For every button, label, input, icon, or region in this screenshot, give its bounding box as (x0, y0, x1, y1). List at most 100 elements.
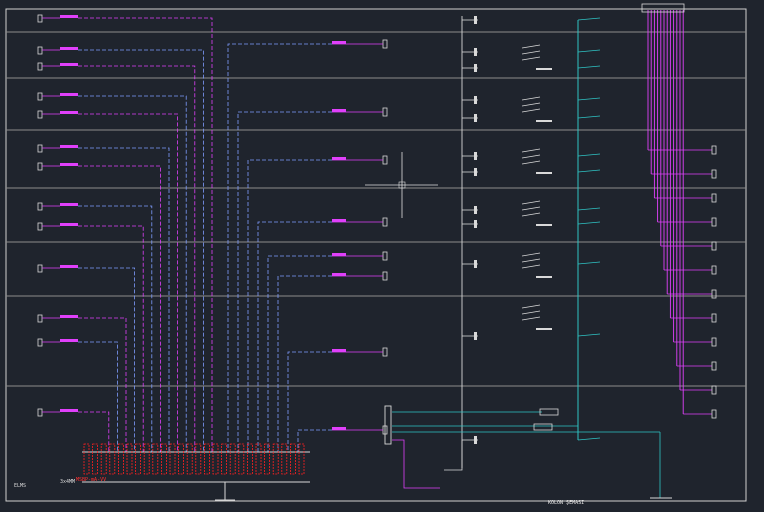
mid-feeder-3 (247, 159, 332, 452)
bundle-board-5 (711, 241, 717, 251)
cyan-tap-3 (577, 65, 601, 69)
mid-tag-8 (332, 427, 346, 430)
bottom-left-label: ELMS (14, 483, 27, 489)
bundle-board-2 (711, 169, 717, 179)
board-symbol-5 (37, 110, 43, 119)
switch-0-0 (521, 44, 541, 49)
switch-3-0 (521, 200, 541, 205)
feeder-13 (78, 411, 110, 452)
switch-2-2 (521, 160, 541, 165)
breaker-23 (272, 443, 279, 475)
riser-board-7 (474, 168, 477, 176)
board-symbol-4 (37, 92, 43, 101)
mid-tag-6 (332, 273, 346, 276)
mid-feeder-6 (277, 275, 332, 452)
riser-board-6 (474, 152, 477, 160)
cyan-tap-1 (577, 17, 601, 21)
switch-bar-5 (536, 276, 552, 278)
riser-board-8 (474, 206, 477, 214)
mid-tag-1 (332, 41, 346, 44)
feeder-9 (78, 225, 144, 452)
riser-diagram (5, 3, 747, 502)
floor-lines (6, 31, 746, 387)
board-symbol-8 (37, 202, 43, 211)
switch-2-1 (521, 154, 541, 159)
breaker-tag-6 (60, 145, 78, 148)
breaker-tag-2 (60, 47, 78, 50)
breaker-tag-9 (60, 223, 78, 226)
board-symbol-2 (37, 46, 43, 55)
feeder-5 (78, 113, 179, 452)
switch-bar-3 (536, 172, 552, 174)
bundle-board-8 (711, 313, 717, 323)
feeder-lines (37, 14, 388, 501)
breaker-tag-3 (60, 63, 78, 66)
switch-bar-1 (536, 68, 552, 70)
switch-1-2 (521, 108, 541, 113)
breaker-19 (238, 443, 245, 475)
board-symbol-7 (37, 162, 43, 171)
diagram-title: KOLON ŞEMASI (548, 500, 585, 506)
board-symbol-6 (37, 144, 43, 153)
cyan-tap-8 (577, 207, 601, 211)
breaker-tag-8 (60, 203, 78, 206)
breaker-tag-7 (60, 163, 78, 166)
breaker-11 (169, 443, 176, 475)
meter-feed-1 (392, 439, 440, 489)
switch-1-0 (521, 96, 541, 101)
breaker-21 (255, 443, 262, 475)
crosshair-cursor[interactable] (365, 152, 438, 218)
cyan-tap-12 (577, 437, 601, 441)
bundle-board-3 (711, 193, 717, 203)
mid-tag-3 (332, 157, 346, 160)
breaker-16 (212, 443, 219, 475)
cyan-tap-7 (577, 169, 601, 173)
bundle-board-1 (711, 145, 717, 155)
breaker-3 (100, 443, 107, 475)
breaker-tag-13 (60, 409, 78, 412)
riser-board-4 (474, 96, 477, 104)
switch-2-0 (521, 148, 541, 153)
riser-board-10 (474, 260, 477, 268)
feeder-7 (78, 165, 161, 452)
cyan-tap-2 (577, 49, 601, 53)
breaker-12 (178, 443, 185, 475)
panel-label: MSBP-mA-VV (76, 477, 107, 483)
switch-3-1 (521, 206, 541, 211)
switch-4-2 (521, 264, 541, 269)
meter-box-1 (539, 408, 559, 416)
breaker-tag-11 (60, 315, 78, 318)
cyan-tap-6 (577, 153, 601, 157)
breaker-13 (186, 443, 193, 475)
riser-board-9 (474, 220, 477, 228)
mid-feeder-7 (287, 351, 332, 452)
breaker-10 (160, 443, 167, 475)
feeder-4 (78, 95, 187, 452)
mid-board-4 (382, 217, 388, 227)
bundle-board-6 (711, 265, 717, 275)
breaker-tag-12 (60, 339, 78, 342)
feeder-12 (78, 341, 118, 452)
mid-tag-7 (332, 349, 346, 352)
switch-5-1 (521, 310, 541, 315)
switch-5-0 (521, 304, 541, 309)
bundle-board-11 (711, 385, 717, 395)
breaker-2 (92, 443, 98, 475)
meter-feed-2 (444, 440, 463, 471)
breaker-24 (281, 443, 288, 475)
switch-bar-2 (536, 120, 552, 122)
breaker-1 (83, 443, 90, 475)
mid-board-2 (382, 107, 388, 117)
mid-board-5 (382, 251, 388, 261)
feeder-2 (78, 49, 204, 452)
breaker-8 (143, 443, 150, 475)
cyan-tap-11 (577, 333, 601, 337)
breaker-tag-10 (60, 265, 78, 268)
cyan-tap-10 (577, 261, 601, 265)
breaker-4 (109, 443, 116, 475)
breaker-tag-4 (60, 93, 78, 96)
switch-4-1 (521, 258, 541, 263)
switch-1-1 (521, 102, 541, 107)
breaker-15 (203, 443, 210, 475)
meter-box-2 (533, 423, 553, 431)
